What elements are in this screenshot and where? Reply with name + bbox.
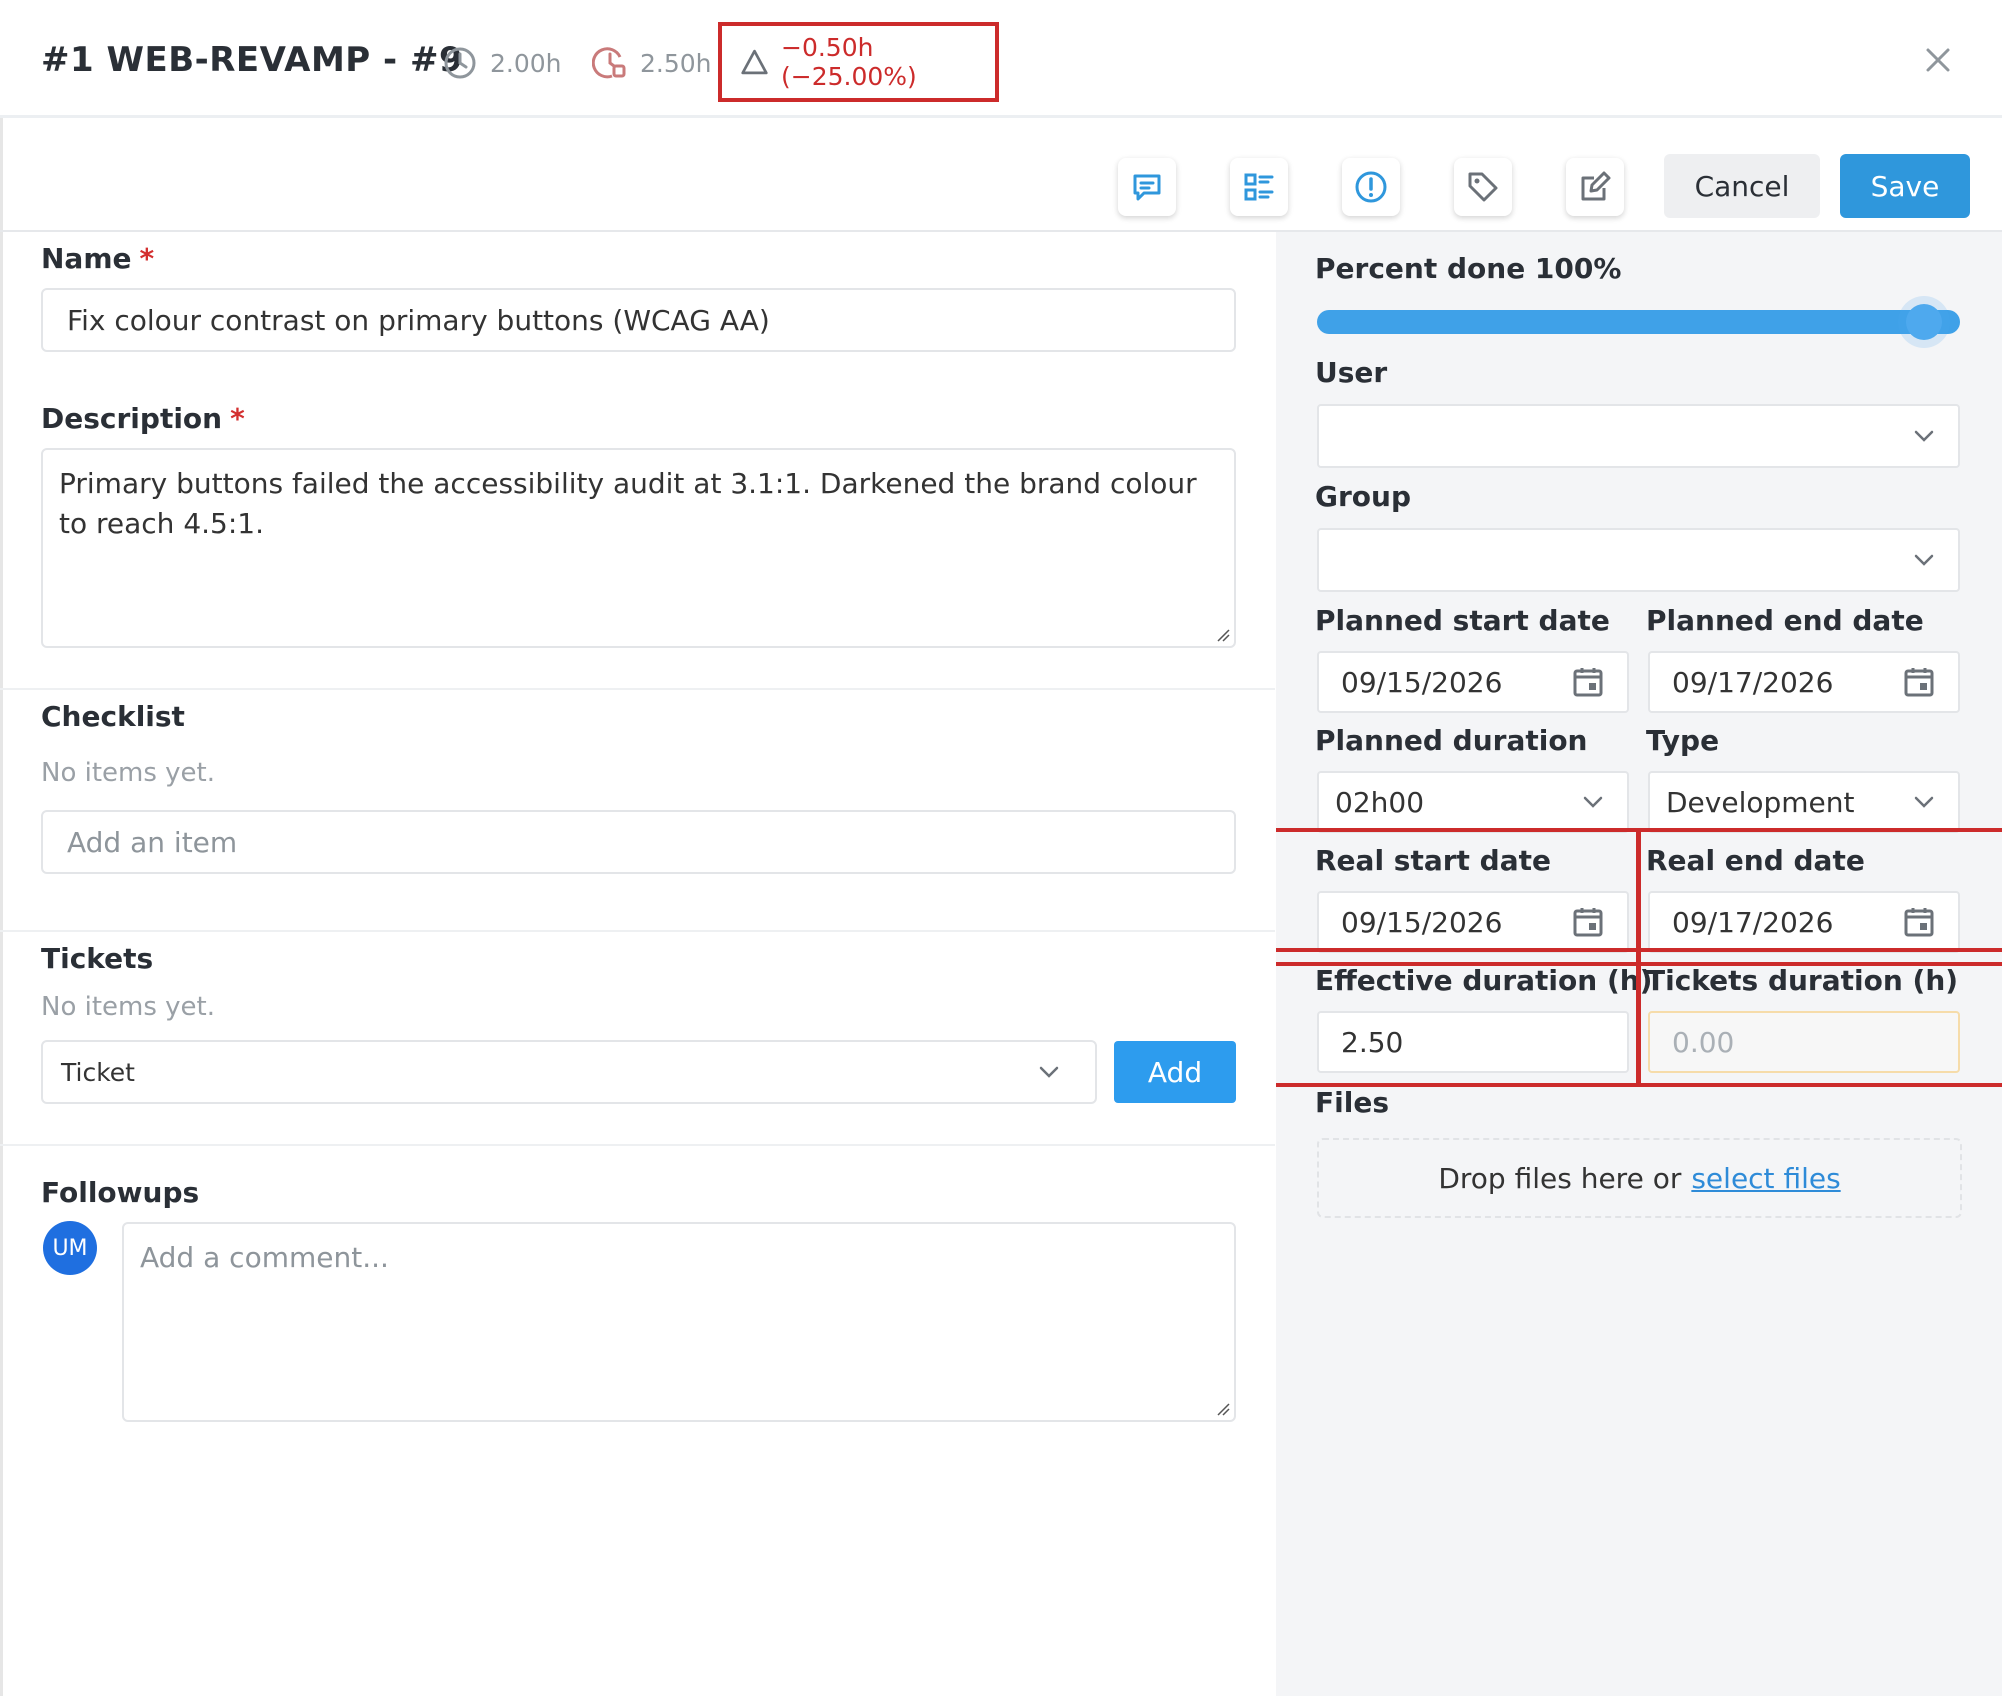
close-icon[interactable] [1922,44,1954,76]
add-ticket-button[interactable]: Add [1114,1041,1236,1103]
select-files-link[interactable]: select files [1691,1162,1840,1195]
real-start-label: Real start date [1315,844,1551,877]
description-textarea[interactable]: Primary buttons failed the accessibility… [41,448,1236,648]
delta-icon [741,49,768,75]
difference-value: −0.50h (−25.00%) [781,33,917,91]
real-start-value: 09/15/2026 [1341,905,1503,939]
comment-button[interactable] [1118,158,1176,216]
tag-button[interactable] [1454,158,1512,216]
files-label: Files [1315,1086,1389,1119]
planned-duration-value: 02h00 [1335,785,1425,819]
effective-hours-value: 2.50h [640,48,712,78]
planned-hours: 2.00h [442,45,562,81]
effective-duration-value: 2.50 [1341,1025,1404,1059]
checklist-add-input[interactable]: Add an item [41,810,1236,874]
planned-hours-value: 2.00h [490,48,562,78]
effective-duration-label: Effective duration (h) [1315,964,1653,997]
chevron-down-icon [1914,796,1934,808]
checklist-placeholder: Add an item [67,825,238,859]
real-start-date-input[interactable]: 09/15/2026 [1317,891,1629,953]
user-select[interactable] [1317,404,1960,468]
checklist-icon [1244,173,1274,201]
edit-button[interactable] [1566,158,1624,216]
followups-label: Followups [41,1176,200,1209]
real-end-date-input[interactable]: 09/17/2026 [1648,891,1960,953]
divider [0,930,1275,932]
calendar-icon[interactable] [1571,905,1605,939]
edit-icon [1581,171,1611,201]
percent-done-label: Percent done 100% [1315,252,1622,285]
checklist-empty-text: No items yet. [41,758,216,788]
tag-icon [1468,172,1498,202]
description-label: Description * [41,402,245,435]
real-end-label: Real end date [1646,844,1865,877]
percent-done-slider[interactable] [1317,310,1960,334]
real-end-value: 09/17/2026 [1672,905,1834,939]
user-label: User [1315,356,1388,389]
ticket-select-value: Ticket [61,1057,135,1087]
type-select[interactable]: Development [1648,771,1960,833]
comment-placeholder: Add a comment... [140,1241,389,1274]
description-label-text: Description [41,402,223,435]
tickets-empty-text: No items yet. [41,992,216,1022]
planned-duration-label: Planned duration [1315,724,1588,757]
planned-start-date-input[interactable]: 09/15/2026 [1317,651,1629,713]
tickets-duration-input: 0.00 [1648,1011,1960,1073]
effective-hours: 2.50h [592,45,712,81]
avatar: UM [43,1221,97,1275]
clock-alert-icon [592,47,626,79]
required-mark: * [139,242,155,275]
calendar-icon[interactable] [1571,665,1605,699]
resize-handle-icon[interactable] [1216,628,1230,642]
required-mark: * [230,402,245,435]
planned-end-label: Planned end date [1646,604,1924,637]
tickets-label: Tickets [41,942,154,975]
page-title: #1 WEB-REVAMP - #9 [41,40,464,80]
cancel-button[interactable]: Cancel [1664,154,1820,218]
file-dropzone[interactable]: Drop files here or select files [1317,1138,1962,1218]
name-label-text: Name [41,242,132,275]
comment-icon [1133,174,1161,201]
tickets-duration-value: 0.00 [1672,1025,1735,1059]
highlight-line [1636,828,1641,1087]
name-input[interactable]: Fix colour contrast on primary buttons (… [41,288,1236,352]
percent-done-slider-thumb[interactable] [1906,304,1942,340]
modal-header: #1 WEB-REVAMP - #9 2.00h 2.50h −0.50h (−… [0,0,2002,118]
group-select[interactable] [1317,528,1960,592]
checklist-label: Checklist [41,700,185,733]
resize-handle-icon[interactable] [1216,1402,1230,1416]
checklist-button[interactable] [1230,158,1288,216]
calendar-icon[interactable] [1902,905,1936,939]
planned-start-value: 09/15/2026 [1341,665,1503,699]
type-value: Development [1666,785,1855,819]
duration-difference-highlight: −0.50h (−25.00%) [718,22,999,102]
planned-duration-select[interactable]: 02h00 [1317,771,1629,833]
save-button[interactable]: Save [1840,154,1970,218]
alert-button[interactable] [1342,158,1400,216]
planned-end-value: 09/17/2026 [1672,665,1834,699]
toolbar: Cancel Save [0,120,2002,232]
alert-icon [1355,171,1387,203]
comment-textarea[interactable]: Add a comment... [122,1222,1236,1422]
chevron-down-icon [1039,1066,1059,1078]
effective-duration-input[interactable]: 2.50 [1317,1011,1629,1073]
window-edge [0,0,3,1696]
clock-icon [444,47,476,79]
drop-text: Drop files here or [1438,1161,1682,1195]
ticket-select[interactable]: Ticket [41,1040,1097,1104]
divider [0,688,1275,690]
chevron-down-icon [1914,554,1934,566]
chevron-down-icon [1914,430,1934,442]
divider [0,1144,1275,1146]
name-input-value: Fix colour contrast on primary buttons (… [67,303,770,337]
description-value: Primary buttons failed the accessibility… [59,467,1197,540]
chevron-down-icon [1583,796,1603,808]
name-label: Name * [41,242,154,275]
group-label: Group [1315,480,1412,513]
planned-start-label: Planned start date [1315,604,1610,637]
tickets-duration-label: Tickets duration (h) [1646,964,1959,997]
type-label: Type [1646,724,1720,757]
calendar-icon[interactable] [1902,665,1936,699]
planned-end-date-input[interactable]: 09/17/2026 [1648,651,1960,713]
